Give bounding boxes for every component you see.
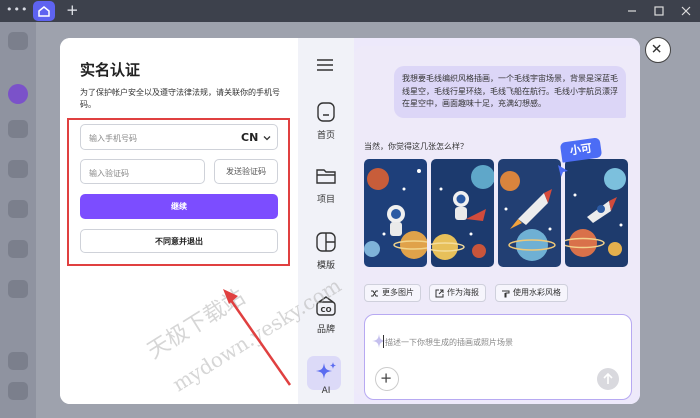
- text-caret: [383, 335, 384, 348]
- more-images-button[interactable]: 更多图片: [364, 284, 421, 302]
- chip-label: 更多图片: [382, 288, 414, 297]
- generated-image[interactable]: [565, 159, 628, 267]
- background-sidebar: [0, 22, 36, 418]
- nav-label: AI: [321, 386, 331, 396]
- nav-column: 首页 项目 模版 CO 品牌 AI: [298, 38, 354, 404]
- chip-label: 使用水彩风格: [513, 288, 561, 297]
- generated-image[interactable]: [431, 159, 494, 267]
- nav-label: 模版: [316, 261, 335, 271]
- prompt-composer[interactable]: 描述一下你想生成的插画或照片场景: [364, 314, 632, 400]
- send-button[interactable]: [597, 368, 619, 390]
- background-nav-item: [8, 200, 28, 218]
- new-tab-button[interactable]: +: [66, 1, 79, 19]
- nav-label: 首页: [316, 131, 335, 141]
- ai-sparkle-icon: [316, 362, 336, 379]
- background-nav-item: [8, 120, 28, 138]
- nav-item-templates[interactable]: 模版: [298, 230, 354, 271]
- chat-panel: 我想要毛线编织风格插画，一个毛线宇宙场景，背景是深蓝毛线星空，毛线行星环绕，毛线…: [354, 38, 640, 404]
- window-close-icon[interactable]: [679, 4, 693, 18]
- chip-label: 作为海报: [447, 288, 479, 297]
- nav-item-ai[interactable]: AI: [298, 360, 354, 396]
- highlight-box: [67, 118, 290, 266]
- background-nav-item: [8, 280, 28, 298]
- pointer-cursor-icon: [558, 165, 568, 177]
- external-link-icon: [435, 289, 444, 298]
- shuffle-icon: [371, 290, 378, 297]
- yarn-space-illustration: [565, 159, 628, 267]
- arrow-up-icon: [603, 372, 613, 384]
- top-bar: ••• +: [0, 0, 700, 22]
- home-icon: [317, 102, 335, 122]
- menu-dots-icon[interactable]: •••: [6, 3, 28, 16]
- home-icon: [38, 6, 50, 17]
- hamburger-menu-icon[interactable]: [316, 58, 334, 72]
- dialog-description: 为了保护帐户安全以及遵守法律法规，请关联你的手机号码。: [80, 88, 280, 109]
- brush-icon: [502, 290, 510, 298]
- add-attachment-button[interactable]: [375, 367, 399, 391]
- background-nav-item: [8, 240, 28, 258]
- dialog-title: 实名认证: [80, 61, 141, 79]
- plus-icon: [381, 373, 391, 383]
- nav-label: 项目: [316, 195, 335, 205]
- watercolor-style-button[interactable]: 使用水彩风格: [495, 284, 568, 302]
- generated-image[interactable]: [498, 159, 561, 267]
- chat-area: 我想要毛线编织风格插画，一个毛线宇宙场景，背景是深蓝毛线星空，毛线行星环绕，毛线…: [354, 46, 640, 400]
- yarn-space-illustration: [431, 159, 494, 267]
- background-nav-item: [8, 32, 28, 50]
- nav-label: 品牌: [316, 325, 335, 335]
- assistant-reply: 当然，你觉得这几张怎么样？: [364, 142, 468, 151]
- home-tab[interactable]: [33, 1, 55, 21]
- maximize-icon[interactable]: [652, 4, 666, 18]
- avatar: [8, 84, 28, 104]
- prompt-input[interactable]: 描述一下你想生成的插画或照片场景: [385, 337, 513, 348]
- nav-item-projects[interactable]: 项目: [298, 164, 354, 205]
- background-nav-item: [8, 352, 28, 370]
- user-message: 我想要毛线编织风格插画，一个毛线宇宙场景，背景是深蓝毛线星空，毛线行星环绕，毛线…: [394, 66, 626, 118]
- folder-icon: [316, 169, 336, 184]
- as-poster-button[interactable]: 作为海报: [429, 284, 486, 302]
- template-icon: [316, 232, 336, 252]
- close-icon: [652, 44, 661, 53]
- background-nav-item: [8, 160, 28, 178]
- nav-item-home[interactable]: 首页: [298, 100, 354, 141]
- generated-image[interactable]: [364, 159, 427, 267]
- dialog-close-button[interactable]: [645, 37, 671, 63]
- background-nav-item: [8, 382, 28, 400]
- yarn-space-illustration: [364, 159, 427, 267]
- yarn-space-illustration: [498, 159, 561, 267]
- minimize-icon[interactable]: [625, 4, 639, 18]
